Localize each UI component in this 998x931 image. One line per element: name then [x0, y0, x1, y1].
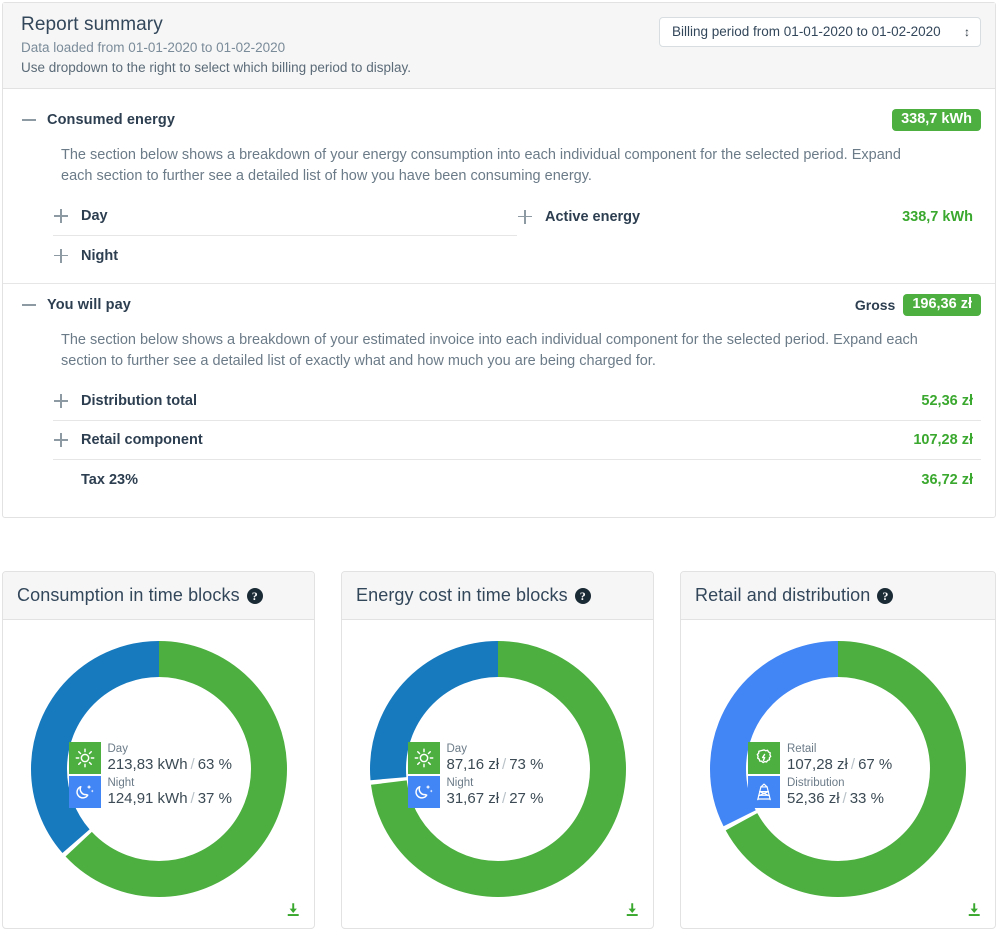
legend-item-retail: Retail 107,28 zł/67 %: [748, 741, 928, 774]
section-description: The section below shows a breakdown of y…: [61, 147, 901, 184]
row-label: Tax 23%: [81, 471, 138, 488]
dropdown-hint: Use dropdown to the right to select whic…: [21, 60, 411, 75]
collapse-minus-icon[interactable]: [21, 297, 37, 313]
row-day[interactable]: Day: [53, 197, 517, 236]
sun-icon: [407, 741, 440, 774]
moon-icon: [68, 775, 101, 808]
legend-label: Night: [446, 776, 474, 789]
chart-legend: Day 87,16 zł/73 % Night 31,67 zł / 27 %: [407, 741, 588, 808]
card-header: Energy cost in time blocks ?: [342, 572, 653, 620]
section-title: Consumed energy: [47, 112, 175, 128]
moon-icon: [407, 775, 440, 808]
consumed-energy-right-column: Active energy 338,7 kWh: [517, 197, 981, 275]
legend-value: 213,83 kWh: [107, 755, 188, 773]
download-icon[interactable]: [623, 901, 641, 919]
chart-legend: Retail 107,28 zł/67 % Distribution 52,36…: [748, 741, 928, 808]
consumed-energy-rows: Day Night Active energy 338,7 kWh: [3, 197, 995, 275]
legend-percent: 33 %: [849, 789, 884, 807]
section-summary: Gross 196,36 zł: [855, 294, 981, 316]
pylon-icon: [748, 775, 780, 808]
question-mark-icon[interactable]: ?: [877, 587, 894, 604]
panel-header: Report summary Data loaded from 01-01-20…: [3, 3, 995, 89]
legend-value: 52,36 zł: [787, 789, 840, 807]
collapse-minus-icon[interactable]: [21, 112, 37, 128]
row-tax: Tax 23% 36,72 zł: [53, 460, 981, 499]
card-title: Retail and distribution: [695, 585, 871, 605]
legend-percent: 37 %: [197, 789, 232, 807]
legend-percent: 67 %: [858, 755, 893, 773]
billing-period-select[interactable]: Billing period from 01-01-2020 to 01-02-…: [659, 17, 981, 47]
row-value: 338,7 kWh: [902, 208, 973, 225]
legend-item-distribution: Distribution 52,36 zł/33 %: [748, 775, 928, 808]
legend-label: Retail: [787, 742, 817, 755]
card-body: Day 213,83 kWh/63 % Night 124,91 kWh / 3…: [3, 620, 314, 928]
expand-plus-icon[interactable]: [53, 393, 69, 409]
section-summary: 338,7 kWh: [892, 109, 981, 131]
card-consumption-in-time-blocks: Consumption in time blocks ? Day 213,83 …: [2, 571, 315, 929]
card-retail-and-distribution: Retail and distribution ? Retail 107,28 …: [680, 571, 996, 929]
card-header: Consumption in time blocks ?: [3, 572, 314, 620]
legend-value: 87,16 zł: [446, 755, 500, 773]
legend-percent: 73 %: [509, 755, 544, 773]
card-header: Retail and distribution ?: [681, 572, 995, 620]
legend-percent: 63 %: [197, 755, 232, 773]
row-active-energy[interactable]: Active energy 338,7 kWh: [517, 197, 981, 236]
section-header-consumed-energy[interactable]: Consumed energy 338,7 kWh: [3, 99, 995, 141]
card-body: Retail 107,28 zł/67 % Distribution 52,36…: [681, 620, 995, 928]
legend-item-night: Night 31,67 zł/27 %: [407, 775, 588, 808]
chart-cards: Consumption in time blocks ? Day 213,83 …: [2, 571, 996, 929]
row-label: Day: [81, 208, 108, 224]
card-title: Consumption in time blocks: [17, 585, 240, 605]
legend-label: Day: [446, 742, 467, 755]
chart-legend: Day 213,83 kWh/63 % Night 124,91 kWh / 3…: [68, 741, 249, 808]
expand-plus-icon[interactable]: [53, 248, 69, 264]
status-badge: 338,7 kWh: [892, 109, 981, 131]
row-value: 107,28 zł: [913, 432, 973, 448]
report-summary-panel: Report summary Data loaded from 01-01-20…: [2, 2, 996, 518]
row-label: Retail component: [81, 432, 203, 448]
billing-period-selected-value: Billing period from 01-01-2020 to 01-02-…: [672, 24, 941, 39]
legend-item-day: Day 87,16 zł/73 %: [407, 741, 588, 774]
row-value: 52,36 zł: [921, 393, 973, 409]
status-badge: 196,36 zł: [903, 294, 981, 316]
download-icon[interactable]: [284, 901, 302, 919]
row-label: Distribution total: [81, 393, 197, 409]
legend-label: Distribution: [787, 776, 845, 789]
gross-label: Gross: [854, 297, 896, 313]
row-retail-component[interactable]: Retail component 107,28 zł: [53, 421, 981, 460]
you-will-pay-rows: Distribution total 52,36 zł Retail compo…: [3, 382, 995, 499]
row-label: Active energy: [545, 208, 641, 225]
legend-item-night: Night 124,91 kWh/37 %: [68, 775, 249, 808]
card-title: Energy cost in time blocks: [356, 585, 568, 605]
row-label: Night: [81, 247, 119, 264]
panel-body: Consumed energy 338,7 kWh The section be…: [3, 99, 995, 517]
legend-item-day: Day 213,83 kWh/63 %: [68, 741, 249, 774]
question-mark-icon[interactable]: ?: [574, 587, 591, 604]
download-icon[interactable]: [965, 901, 983, 919]
expand-plus-icon[interactable]: [53, 432, 69, 448]
legend-value: 31,67 zł: [446, 789, 500, 807]
section-description: The section below shows a breakdown of y…: [61, 332, 918, 369]
legend-value: 124,91 kWh: [107, 789, 188, 807]
chevron-updown-icon: ↕: [964, 25, 970, 39]
row-value: 36,72 zł: [921, 471, 973, 488]
sun-icon: [68, 741, 101, 774]
card-energy-cost-in-time-blocks: Energy cost in time blocks ? Day 87,16 z…: [341, 571, 654, 929]
section-title: You will pay: [47, 297, 131, 313]
gear-icon: [748, 741, 780, 774]
expand-plus-icon[interactable]: [53, 208, 69, 224]
consumed-energy-left-column: Day Night: [53, 197, 517, 275]
row-night[interactable]: Night: [53, 236, 517, 275]
legend-label: Day: [107, 742, 128, 755]
legend-value: 107,28 zł: [787, 755, 848, 773]
expand-plus-icon[interactable]: [517, 209, 533, 225]
card-body: Day 87,16 zł/73 % Night 31,67 zł / 27 %: [342, 620, 653, 928]
section-header-you-will-pay[interactable]: You will pay Gross 196,36 zł: [3, 284, 995, 326]
legend-label: Night: [107, 776, 135, 789]
legend-percent: 27 %: [509, 789, 544, 807]
question-mark-icon[interactable]: ?: [246, 587, 263, 604]
row-distribution-total[interactable]: Distribution total 52,36 zł: [53, 382, 981, 421]
